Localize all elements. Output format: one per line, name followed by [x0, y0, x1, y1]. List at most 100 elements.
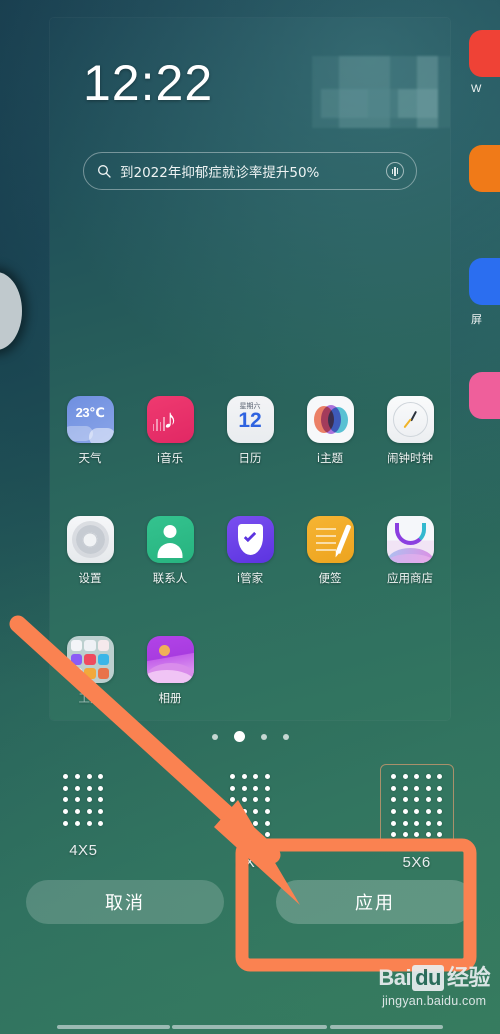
grid-dot — [63, 809, 69, 815]
home-screen-preview-card[interactable]: 12:22 到2022年抑郁症就诊率提升50% 23℃ 天气 ♪ i音乐 星期六… — [50, 18, 450, 720]
app-label: i主题 — [316, 451, 344, 465]
grid-dot — [402, 774, 408, 780]
app-calendar[interactable]: 星期六 12 日历 — [210, 396, 290, 466]
app-appstore[interactable]: 应用商店 — [370, 516, 450, 586]
app-label: i音乐 — [156, 451, 184, 465]
peek-app-label: W — [471, 83, 482, 95]
folder-mini-tile — [70, 667, 82, 679]
folder-mini-tile — [84, 667, 96, 679]
app-folder[interactable]: 工具 — [50, 636, 130, 706]
peek-app-icon — [469, 145, 500, 192]
grid-dot — [241, 832, 247, 838]
brand-du: du — [412, 965, 444, 991]
grid-dot — [98, 797, 104, 803]
nav-recents-button[interactable] — [330, 1025, 443, 1029]
watermark: Bai du 经验 jingyan.baidu.com — [378, 960, 491, 1008]
nav-home-button[interactable] — [172, 1025, 327, 1029]
folder-mini-tile — [98, 653, 110, 666]
settings-icon — [66, 516, 114, 563]
page-indicator — [0, 731, 500, 742]
grid-dot — [75, 820, 81, 826]
app-photos[interactable]: 相册 — [130, 636, 210, 706]
grid-dot — [253, 774, 259, 780]
page-dot — [211, 733, 218, 740]
app-imusic[interactable]: ♪ i音乐 — [130, 396, 210, 466]
grid-option-label: 4X5 — [69, 841, 98, 859]
grid-dot — [425, 785, 431, 791]
music-note-glyph: ♪ — [163, 403, 177, 434]
cancel-button[interactable]: 取消 — [26, 880, 224, 924]
peek-app[interactable] — [469, 372, 500, 425]
grid-dot — [390, 797, 396, 803]
app-label: 相册 — [158, 691, 182, 705]
apply-button[interactable]: 应用 — [276, 880, 474, 924]
page-dot — [282, 733, 289, 740]
theme-icon — [306, 396, 354, 443]
grid-option-5x6[interactable]: 5X6 — [362, 764, 472, 871]
grid-dot — [75, 797, 81, 803]
grid-dot — [425, 832, 431, 838]
grid-dot — [437, 820, 443, 826]
voice-assistant-icon[interactable] — [386, 162, 404, 180]
grid-option-4x6[interactable]: 4X6 — [195, 764, 305, 871]
grid-size-options: 4X5 4X6 5X6 — [0, 764, 500, 871]
app-row-3: 工具 相册 — [50, 636, 450, 706]
calendar-day: 12 — [238, 409, 262, 432]
grid-dot — [437, 832, 443, 838]
peek-app-icon — [469, 258, 500, 305]
grid-dot — [402, 832, 408, 838]
security-manager-icon — [226, 516, 274, 563]
app-weather[interactable]: 23℃ 天气 — [50, 396, 130, 466]
grid-dot — [253, 785, 259, 791]
app-label: 闹钟时钟 — [387, 451, 433, 465]
grid-dot — [425, 774, 431, 780]
app-settings[interactable]: 设置 — [50, 516, 130, 586]
nav-back-button[interactable] — [57, 1025, 170, 1029]
grid-dot — [230, 832, 236, 838]
search-icon — [98, 165, 111, 178]
grid-dot — [402, 797, 408, 803]
grid-preview-dots — [52, 764, 114, 836]
app-imanager[interactable]: i管家 — [210, 516, 290, 586]
grid-dot — [241, 785, 247, 791]
app-clock[interactable]: 闹钟时钟 — [370, 396, 450, 466]
right-page-peek[interactable]: W屏 — [462, 0, 500, 760]
app-label: 联系人 — [152, 571, 188, 585]
grid-dot — [264, 809, 270, 815]
folder-mini-tile — [70, 653, 82, 666]
clock-icon — [386, 396, 434, 443]
grid-dot — [241, 809, 247, 815]
grid-dot — [241, 797, 247, 803]
app-notes[interactable]: 便签 — [290, 516, 370, 586]
grid-dot — [425, 797, 431, 803]
grid-dot — [63, 797, 69, 803]
peek-app[interactable]: 屏 — [469, 258, 500, 327]
grid-option-4x5[interactable]: 4X5 — [28, 764, 138, 859]
footer-actions: 取消 应用 — [0, 874, 500, 930]
search-bar[interactable]: 到2022年抑郁症就诊率提升50% — [83, 152, 417, 190]
app-label: i管家 — [236, 571, 264, 585]
grid-dot — [402, 809, 408, 815]
peek-app-icon — [469, 30, 500, 77]
folder-icon — [66, 636, 114, 683]
folder-mini-tile — [70, 640, 82, 652]
brand-cn: 经验 — [446, 965, 491, 990]
lockscreen-clock: 12:22 — [83, 55, 214, 111]
grid-dot — [402, 820, 408, 826]
app-label: 便签 — [318, 571, 342, 585]
app-contacts[interactable]: 联系人 — [130, 516, 210, 586]
baidu-logo: Bai du 经验 — [378, 960, 491, 992]
grid-dot — [264, 774, 270, 780]
peek-app-label: 屏 — [471, 314, 482, 326]
notes-icon — [306, 516, 354, 563]
grid-dot — [264, 820, 270, 826]
grid-dot — [425, 820, 431, 826]
peek-app[interactable]: W — [469, 30, 500, 95]
grid-dot — [264, 797, 270, 803]
search-text: 到2022年抑郁症就诊率提升50% — [120, 165, 320, 181]
peek-app[interactable] — [469, 145, 500, 198]
grid-dot — [264, 785, 270, 791]
grid-dot — [230, 820, 236, 826]
app-itheme[interactable]: i主题 — [290, 396, 370, 466]
grid-dot — [86, 820, 92, 826]
